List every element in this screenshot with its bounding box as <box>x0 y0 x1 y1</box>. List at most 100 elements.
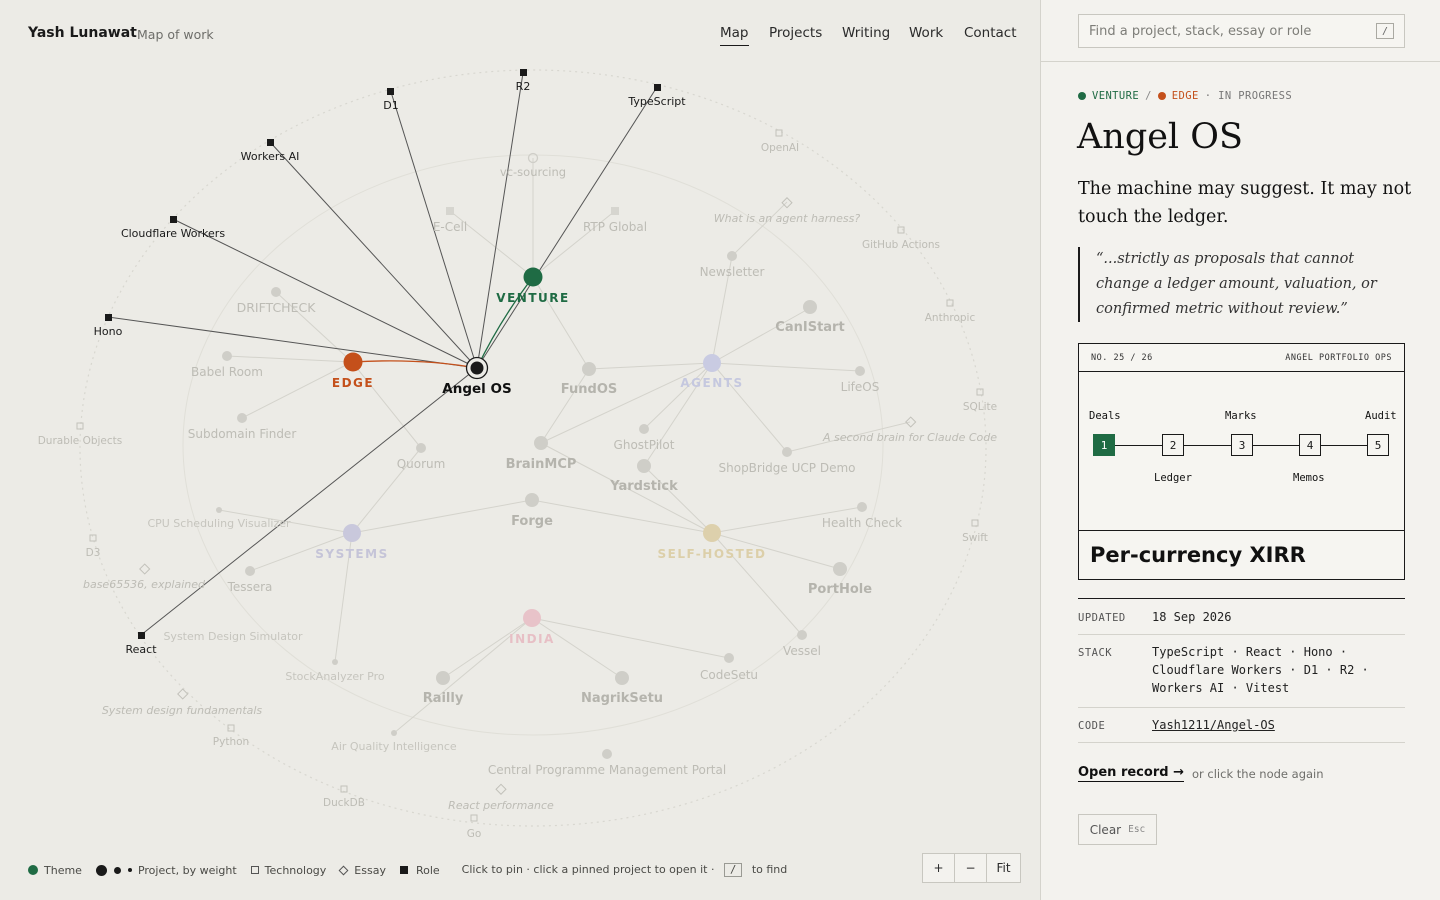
project-babel-room: Babel Room <box>191 365 263 379</box>
tech-react-label: React <box>125 643 157 656</box>
meta-stack-line-2: Cloudflare Workers · D1 · R2 · <box>1152 663 1369 677</box>
panel-divider <box>1041 61 1440 62</box>
theme-india-node[interactable] <box>523 609 541 627</box>
legend-essay: Essay <box>338 863 386 877</box>
open-record-link[interactable]: Open record → <box>1078 765 1184 782</box>
tech-typescript-node <box>654 84 661 91</box>
card-header: NO. 25 / 26 ANGEL PORTFOLIO OPS <box>1079 344 1404 372</box>
project-newsletter: Newsletter <box>700 265 765 279</box>
zoom-in-button[interactable]: + <box>923 854 955 882</box>
tech-workers-ai-label: Workers AI <box>241 150 300 163</box>
tech-python: Python <box>213 736 249 748</box>
tech-go: Go <box>467 828 482 840</box>
theme-selfhosted-label: SELF-HOSTED <box>657 547 766 561</box>
meta-stack-row: STACK TypeScript · React · Hono · Cloudf… <box>1078 635 1405 708</box>
project-stockanalyzer: StockAnalyzer Pro <box>285 670 385 683</box>
project-quorum: Quorum <box>397 457 446 471</box>
venture-dot-icon <box>1078 92 1086 100</box>
project-tessera: Tessera <box>227 580 273 594</box>
step-label-marks: Marks <box>1225 410 1257 422</box>
theme-systems-label: SYSTEMS <box>315 547 388 561</box>
legend-essay-label: Essay <box>354 863 386 877</box>
project-dot-medium-icon <box>113 866 121 874</box>
pipeline-connector <box>1184 445 1231 447</box>
tech-durable-objects: Durable Objects <box>38 435 123 447</box>
card-footer-title: Per-currency XIRR <box>1090 543 1306 567</box>
tech-sqlite: SQLite <box>963 401 997 413</box>
legend-technology: Technology <box>250 863 327 877</box>
pipeline-connector <box>1253 445 1299 447</box>
card-number: NO. 25 / 26 <box>1091 352 1153 363</box>
selected-node-label: Angel OS <box>442 381 511 397</box>
clear-button[interactable]: Clear Esc <box>1078 814 1157 845</box>
active-technology-labels: D1 R2 TypeScript Workers AI Cloudflare W… <box>94 80 687 656</box>
tech-cloudflare-workers-node <box>170 216 177 223</box>
legend-project: Project, by weight <box>95 864 237 877</box>
essay-second-brain: A second brain for Claude Code <box>822 431 997 444</box>
theme-venture-label: VENTURE <box>496 291 569 305</box>
step-label-deals: Deals <box>1089 410 1121 422</box>
legend-theme-label: Theme <box>44 863 82 877</box>
tech-github-actions: GitHub Actions <box>862 239 940 251</box>
legend-role: Role <box>399 863 440 877</box>
theme-systems-node[interactable] <box>343 524 361 542</box>
legend-theme: Theme <box>28 864 82 877</box>
legend-hint-pre: Click to pin · click a pinned project to… <box>461 863 715 876</box>
project-railly: Railly <box>423 691 464 706</box>
tech-cloudflare-workers-label: Cloudflare Workers <box>121 227 225 240</box>
open-record-hint: or click the node again <box>1192 767 1324 781</box>
work-map-graph[interactable]: OpenAI GitHub Actions Anthropic SQLite S… <box>0 0 1040 900</box>
project-canistart: CanIStart <box>775 320 844 335</box>
clear-shortcut-key: Esc <box>1128 824 1146 835</box>
repo-link[interactable]: Yash1211/Angel-OS <box>1152 716 1275 734</box>
tech-d1-node <box>387 88 394 95</box>
breadcrumb-theme-edge[interactable]: EDGE <box>1172 90 1199 102</box>
project-quote: “...strictly as proposals that cannot ch… <box>1078 247 1408 322</box>
zoom-out-button[interactable]: − <box>955 854 987 882</box>
project-vc-sourcing: vc-sourcing <box>500 165 566 179</box>
step-box-2: 2 <box>1162 434 1184 456</box>
theme-agents-node[interactable] <box>703 354 721 372</box>
project-nagriksetu: NagrikSetu <box>581 691 663 706</box>
breadcrumb-theme-venture[interactable]: VENTURE <box>1092 90 1139 102</box>
essay-react-performance: React performance <box>448 799 554 812</box>
project-vessel: Vessel <box>783 644 821 658</box>
project-air-quality: Air Quality Intelligence <box>331 740 457 753</box>
legend-role-label: Role <box>415 863 440 877</box>
tech-react-node <box>138 632 145 639</box>
breadcrumb-separator: / <box>1145 90 1152 102</box>
theme-edge-node[interactable] <box>343 352 363 372</box>
status-label: · IN PROGRESS <box>1204 90 1293 102</box>
detail-panel: / VENTURE / EDGE · IN PROGRESS Angel OS … <box>1040 0 1440 900</box>
search-input[interactable] <box>1079 15 1369 47</box>
meta-code-row: CODE Yash1211/Angel-OS <box>1078 708 1405 743</box>
meta-stack-key: STACK <box>1078 647 1113 659</box>
tech-d1-label: D1 <box>383 99 398 112</box>
project-driftcheck: DRIFTCHECK <box>237 300 317 315</box>
essay-diamond-icon <box>338 865 349 875</box>
project-lifeos: LifeOS <box>841 380 880 394</box>
step-box-5: 5 <box>1367 434 1389 456</box>
essay-system-design: System design fundamentals <box>102 704 263 717</box>
breadcrumb: VENTURE / EDGE · IN PROGRESS <box>1078 90 1292 102</box>
project-codesetu: CodeSetu <box>700 668 758 682</box>
legend-technology-label: Technology <box>264 863 327 877</box>
faded-technology-labels: OpenAI GitHub Actions Anthropic SQLite S… <box>38 142 997 840</box>
faded-theme-labels: AGENTS SYSTEMS SELF-HOSTED INDIA <box>315 376 766 646</box>
selected-node-angel-os[interactable] <box>470 361 484 375</box>
step-label-ledger: Ledger <box>1154 472 1192 484</box>
meta-updated-value: 18 Sep 2026 <box>1152 610 1232 624</box>
tech-d3: D3 <box>86 547 101 559</box>
zoom-fit-button[interactable]: Fit <box>987 854 1020 882</box>
pipeline-connector <box>1115 445 1162 447</box>
project-cpu-scheduling: CPU Scheduling Visualizer <box>147 517 291 530</box>
project-subdomain-finder: Subdomain Finder <box>188 427 297 441</box>
meta-stack-line-1: TypeScript · React · Hono · <box>1152 645 1348 659</box>
essay-base65536: base65536, explained <box>83 578 206 591</box>
pipeline-connector <box>1321 445 1367 447</box>
project-health-check: Health Check <box>822 516 902 530</box>
theme-venture-node[interactable] <box>523 267 543 287</box>
project-forge: Forge <box>511 514 553 529</box>
theme-selfhosted-node[interactable] <box>703 524 721 542</box>
step-box-4: 4 <box>1299 434 1321 456</box>
